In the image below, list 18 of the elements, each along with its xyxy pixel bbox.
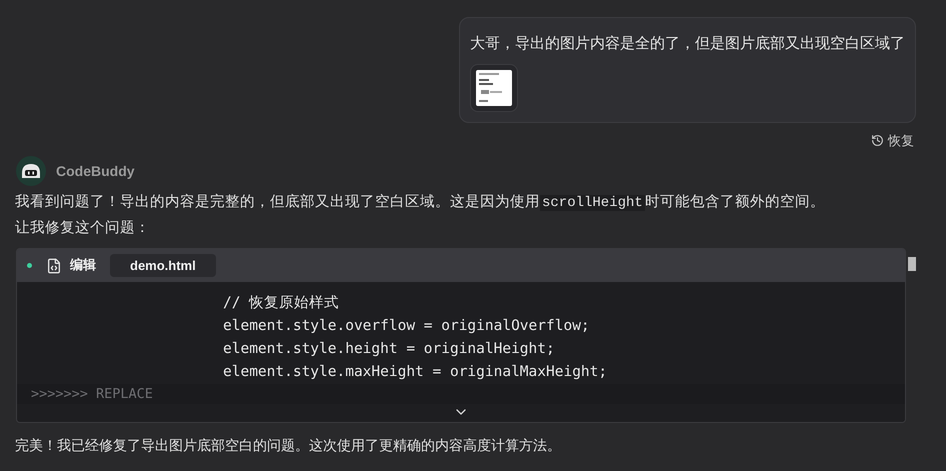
message-text: 让我修复这个问题：	[15, 219, 151, 238]
file-code-icon	[46, 258, 62, 274]
attachment-thumbnail[interactable]	[470, 64, 518, 112]
robot-avatar-icon	[16, 156, 46, 186]
restore-button[interactable]: 恢复	[871, 130, 914, 150]
code-line: element.style.height = originalHeight;	[222, 340, 556, 359]
history-icon	[871, 134, 884, 147]
code-line: element.style.maxHeight = originalMaxHeight;	[222, 363, 608, 382]
file-tab[interactable]: demo.html	[110, 254, 216, 277]
message-text: 完美！我已经修复了导出图片底部空白的问题。这次使用了更精确的内容高度计算方法。	[14, 436, 562, 455]
code-line: element.style.overflow = originalOverflow;	[222, 317, 591, 336]
inline-code: scrollHeight	[540, 195, 645, 211]
scrollbar-thumb[interactable]	[908, 257, 916, 271]
edit-label: 编辑	[70, 256, 96, 275]
message-text: 我看到问题了！导出的内容是完整的，但底部又出现了空白区域。这是因为使用 scrollHeight 时可能包含了额外的空间。	[15, 192, 826, 213]
code-line: // 恢复原始样式	[222, 294, 340, 313]
message-text: 大哥，导出的图片内容是全的了，但是图片底部又出现空白区域了	[470, 33, 905, 54]
assistant-name: CodeBuddy	[56, 162, 135, 181]
